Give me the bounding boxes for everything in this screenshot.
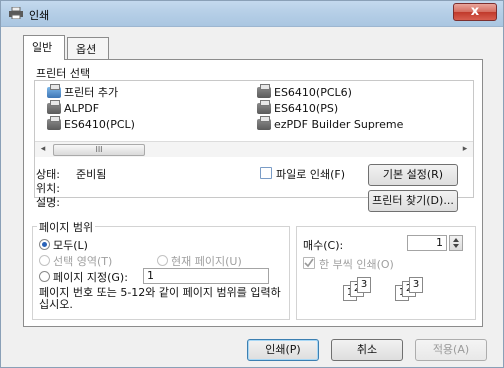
- page-range-hint: 페이지 번호 또는 5-12와 같이 페이지 범위를 입력하십시오.: [39, 286, 281, 311]
- copies-group: 매수(C): 1 한 부씩 인쇄(O) 1 2 3: [296, 226, 476, 320]
- printer-icon: [257, 99, 271, 114]
- scroll-thumb[interactable]: III: [53, 144, 145, 156]
- printer-select-label: 프린터 선택: [36, 67, 91, 80]
- cancel-button-label: 취소: [356, 343, 378, 356]
- add-printer-icon: [47, 83, 61, 98]
- printer-item-label: ES6410(PS): [274, 101, 339, 115]
- scroll-right-icon[interactable]: ▸: [457, 142, 473, 158]
- tab-options-label: 옵션: [76, 43, 97, 56]
- scroll-thumb-grip: III: [95, 145, 103, 154]
- page-range-selection-radio[interactable]: [39, 255, 50, 266]
- printer-item-label: ES6410(PCL): [64, 117, 135, 131]
- checkmark-icon: [304, 258, 314, 268]
- page-range-selection-label: 선택 영역(T): [53, 255, 113, 268]
- print-dialog: 인쇄 x 일반 옵션 프린터 선택 프린터 추가 ALPDF ES6410(PC…: [0, 0, 504, 368]
- tab-general[interactable]: 일반: [23, 35, 65, 60]
- collate-icon: 1 2 3: [343, 277, 371, 303]
- comment-label: 설명:: [36, 196, 60, 209]
- printer-item-alpdf[interactable]: ALPDF: [47, 99, 100, 116]
- page-range-current-radio[interactable]: [157, 255, 168, 266]
- collate-checkbox[interactable]: [303, 257, 315, 269]
- printer-item-add[interactable]: 프린터 추가: [47, 83, 119, 100]
- title-bar[interactable]: 인쇄 x: [1, 1, 503, 27]
- copies-input[interactable]: 1: [407, 235, 447, 251]
- preferences-button-label: 기본 설정(R): [382, 168, 444, 181]
- printer-item-es6410-pcl6[interactable]: ES6410(PCL6): [257, 83, 352, 100]
- page-range-all-label: 모두(L): [53, 239, 88, 252]
- general-panel: 프린터 선택 프린터 추가 ALPDF ES6410(PCL) ES6410(P: [23, 59, 483, 327]
- horizontal-scrollbar[interactable]: ◂ III ▸: [35, 141, 473, 157]
- spinner-arrows-icon: [453, 238, 459, 248]
- apply-button-label: 적용(A): [432, 343, 470, 356]
- printer-item-label: ALPDF: [64, 101, 100, 115]
- tab-general-label: 일반: [32, 41, 53, 54]
- pages-input-value: 1: [147, 269, 154, 282]
- printer-item-label: ES6410(PCL6): [274, 85, 352, 99]
- window-title: 인쇄: [29, 9, 50, 22]
- pages-input[interactable]: 1: [143, 268, 269, 284]
- printer-item-es6410-ps[interactable]: ES6410(PS): [257, 99, 339, 116]
- scroll-left-icon[interactable]: ◂: [35, 142, 51, 158]
- collate-label: 한 부씩 인쇄(O): [319, 258, 394, 271]
- cancel-button[interactable]: 취소: [331, 339, 403, 361]
- printer-icon: [257, 83, 271, 98]
- close-button[interactable]: x: [453, 3, 497, 21]
- printer-item-es6410-pcl[interactable]: ES6410(PCL): [47, 115, 135, 132]
- page-range-pages-label: 페이지 지정(G):: [53, 271, 128, 284]
- collate-icon: 1 2 3: [395, 277, 423, 303]
- page-range-current-label: 현재 페이지(U): [171, 255, 242, 268]
- printer-icon: [47, 115, 61, 130]
- page-range-pages-radio[interactable]: [39, 271, 50, 282]
- page-range-all-radio[interactable]: [39, 239, 50, 250]
- page-range-group: 페이지 범위 모두(L) 선택 영역(T) 현재 페이지(U) 페이지 지정(G…: [32, 219, 290, 320]
- preferences-button[interactable]: 기본 설정(R): [368, 164, 458, 186]
- find-printer-button[interactable]: 프린터 찾기(D)...: [368, 190, 458, 212]
- collate-sheet-3: 3: [409, 277, 423, 293]
- status-value: 준비됨: [76, 168, 107, 181]
- print-button[interactable]: 인쇄(P): [247, 339, 319, 361]
- copies-spinner[interactable]: [449, 235, 463, 251]
- printer-icon: [257, 115, 271, 130]
- printer-icon: [47, 99, 61, 114]
- tab-options[interactable]: 옵션: [67, 37, 109, 59]
- page-range-label: 페이지 범위: [37, 219, 96, 235]
- copies-label: 매수(C):: [303, 239, 344, 252]
- apply-button[interactable]: 적용(A): [415, 339, 487, 361]
- printer-item-ezpdf[interactable]: ezPDF Builder Supreme: [257, 115, 404, 132]
- close-icon: x: [470, 4, 480, 19]
- print-button-label: 인쇄(P): [265, 343, 301, 356]
- printer-icon: [9, 7, 23, 19]
- find-printer-button-label: 프린터 찾기(D)...: [372, 194, 454, 207]
- printer-item-label: 프린터 추가: [64, 86, 119, 99]
- copies-input-value: 1: [436, 236, 443, 249]
- collate-sheet-3: 3: [357, 277, 371, 293]
- print-to-file-checkbox[interactable]: [260, 167, 272, 179]
- print-to-file-label: 파일로 인쇄(F): [276, 168, 346, 181]
- printer-item-label: ezPDF Builder Supreme: [274, 117, 404, 131]
